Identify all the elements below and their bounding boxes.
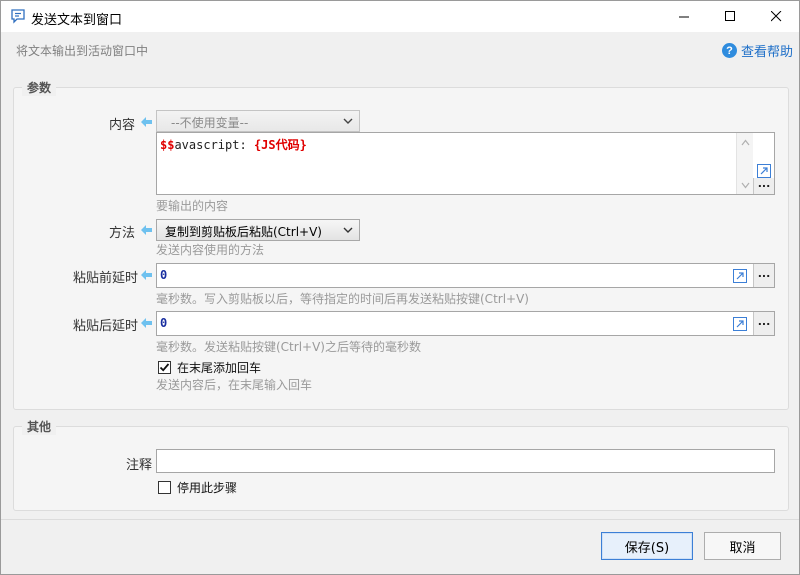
- pre-delay-input[interactable]: 0 ...: [156, 263, 775, 288]
- pre-delay-value: 0: [160, 268, 168, 282]
- scroll-down-icon[interactable]: [741, 182, 750, 189]
- code-text: avascript:: [174, 138, 254, 152]
- pre-delay-more-button[interactable]: ...: [753, 264, 774, 287]
- question-icon: ?: [722, 43, 737, 58]
- content-code: $$avascript: {JS代码}: [160, 136, 307, 153]
- arrow-left-icon: [141, 318, 152, 328]
- disable-step-label[interactable]: 停用此步骤: [177, 479, 237, 496]
- post-delay-more-button[interactable]: ...: [753, 312, 774, 335]
- title-bar: 发送文本到窗口: [1, 1, 799, 32]
- append-enter-checkbox[interactable]: [158, 361, 171, 374]
- content-textarea[interactable]: $$avascript: {JS代码} ...: [156, 132, 775, 195]
- other-group-title: 其他: [22, 418, 57, 435]
- code-prefix: $$: [160, 138, 175, 152]
- post-delay-value: 0: [160, 316, 168, 330]
- help-link-label: 查看帮助: [741, 45, 794, 60]
- content-label: 内容: [109, 118, 136, 133]
- close-button[interactable]: [753, 1, 799, 32]
- note-input[interactable]: [156, 449, 775, 473]
- textarea-scrollbar[interactable]: [736, 133, 753, 194]
- save-button-label: 保存(S): [624, 540, 670, 556]
- expand-editor-icon[interactable]: [732, 316, 748, 332]
- textarea-side-controls: ...: [753, 133, 774, 194]
- code-placeholder: {JS代码}: [253, 138, 307, 152]
- expand-editor-icon[interactable]: [732, 268, 748, 284]
- minimize-icon: [678, 16, 689, 18]
- method-hint: 发送内容使用的方法: [156, 243, 265, 257]
- maximize-button[interactable]: [707, 1, 753, 32]
- group-divider: [64, 426, 774, 427]
- arrow-left-icon: [141, 117, 152, 127]
- params-group-title: 参数: [22, 79, 57, 96]
- content-hint: 要输出的内容: [156, 199, 229, 213]
- checkmark-icon: [159, 363, 170, 372]
- close-icon: [770, 11, 781, 22]
- dialog-window: 发送文本到窗口 将文本输出到活动窗口中 ? 查看帮助 参数 内容 --不使用变量…: [0, 0, 800, 575]
- dialog-description: 将文本输出到活动窗口中: [16, 44, 149, 58]
- append-enter-label[interactable]: 在末尾添加回车: [177, 359, 261, 376]
- note-label: 注释: [126, 458, 153, 473]
- minimize-button[interactable]: [661, 1, 707, 32]
- method-label: 方法: [109, 226, 136, 241]
- scroll-up-icon[interactable]: [741, 139, 750, 146]
- help-link[interactable]: ? 查看帮助: [722, 41, 793, 60]
- pre-delay-hint: 毫秒数。写入剪贴板以后，等待指定的时间后再发送粘贴按键(Ctrl+V): [156, 292, 529, 306]
- method-select[interactable]: 复制到剪贴板后粘贴(Ctrl+V): [156, 219, 360, 241]
- post-delay-label: 粘贴后延时: [73, 319, 139, 334]
- maximize-icon: [724, 11, 735, 21]
- chevron-down-icon: [343, 227, 353, 233]
- variable-select-value: --不使用变量--: [171, 116, 249, 130]
- pre-delay-label: 粘贴前延时: [73, 271, 139, 286]
- method-select-value: 复制到剪贴板后粘贴(Ctrl+V): [165, 225, 322, 239]
- window-title: 发送文本到窗口: [31, 13, 123, 28]
- save-button[interactable]: 保存(S): [601, 532, 693, 560]
- post-delay-input[interactable]: 0 ...: [156, 311, 775, 336]
- variable-select[interactable]: --不使用变量--: [156, 110, 360, 132]
- arrow-left-icon: [141, 270, 152, 280]
- content-more-button[interactable]: ...: [753, 178, 774, 194]
- footer-divider: [1, 519, 799, 520]
- cancel-button-label: 取消: [729, 540, 756, 556]
- chevron-down-icon: [343, 118, 353, 124]
- disable-step-checkbox[interactable]: [158, 481, 171, 494]
- append-enter-hint: 发送内容后，在末尾输入回车: [156, 378, 313, 392]
- cancel-button[interactable]: 取消: [704, 532, 781, 560]
- arrow-left-icon: [141, 225, 152, 235]
- chat-icon: [11, 9, 25, 24]
- group-divider: [64, 87, 774, 88]
- post-delay-hint: 毫秒数。发送粘贴按键(Ctrl+V)之后等待的毫秒数: [156, 340, 421, 354]
